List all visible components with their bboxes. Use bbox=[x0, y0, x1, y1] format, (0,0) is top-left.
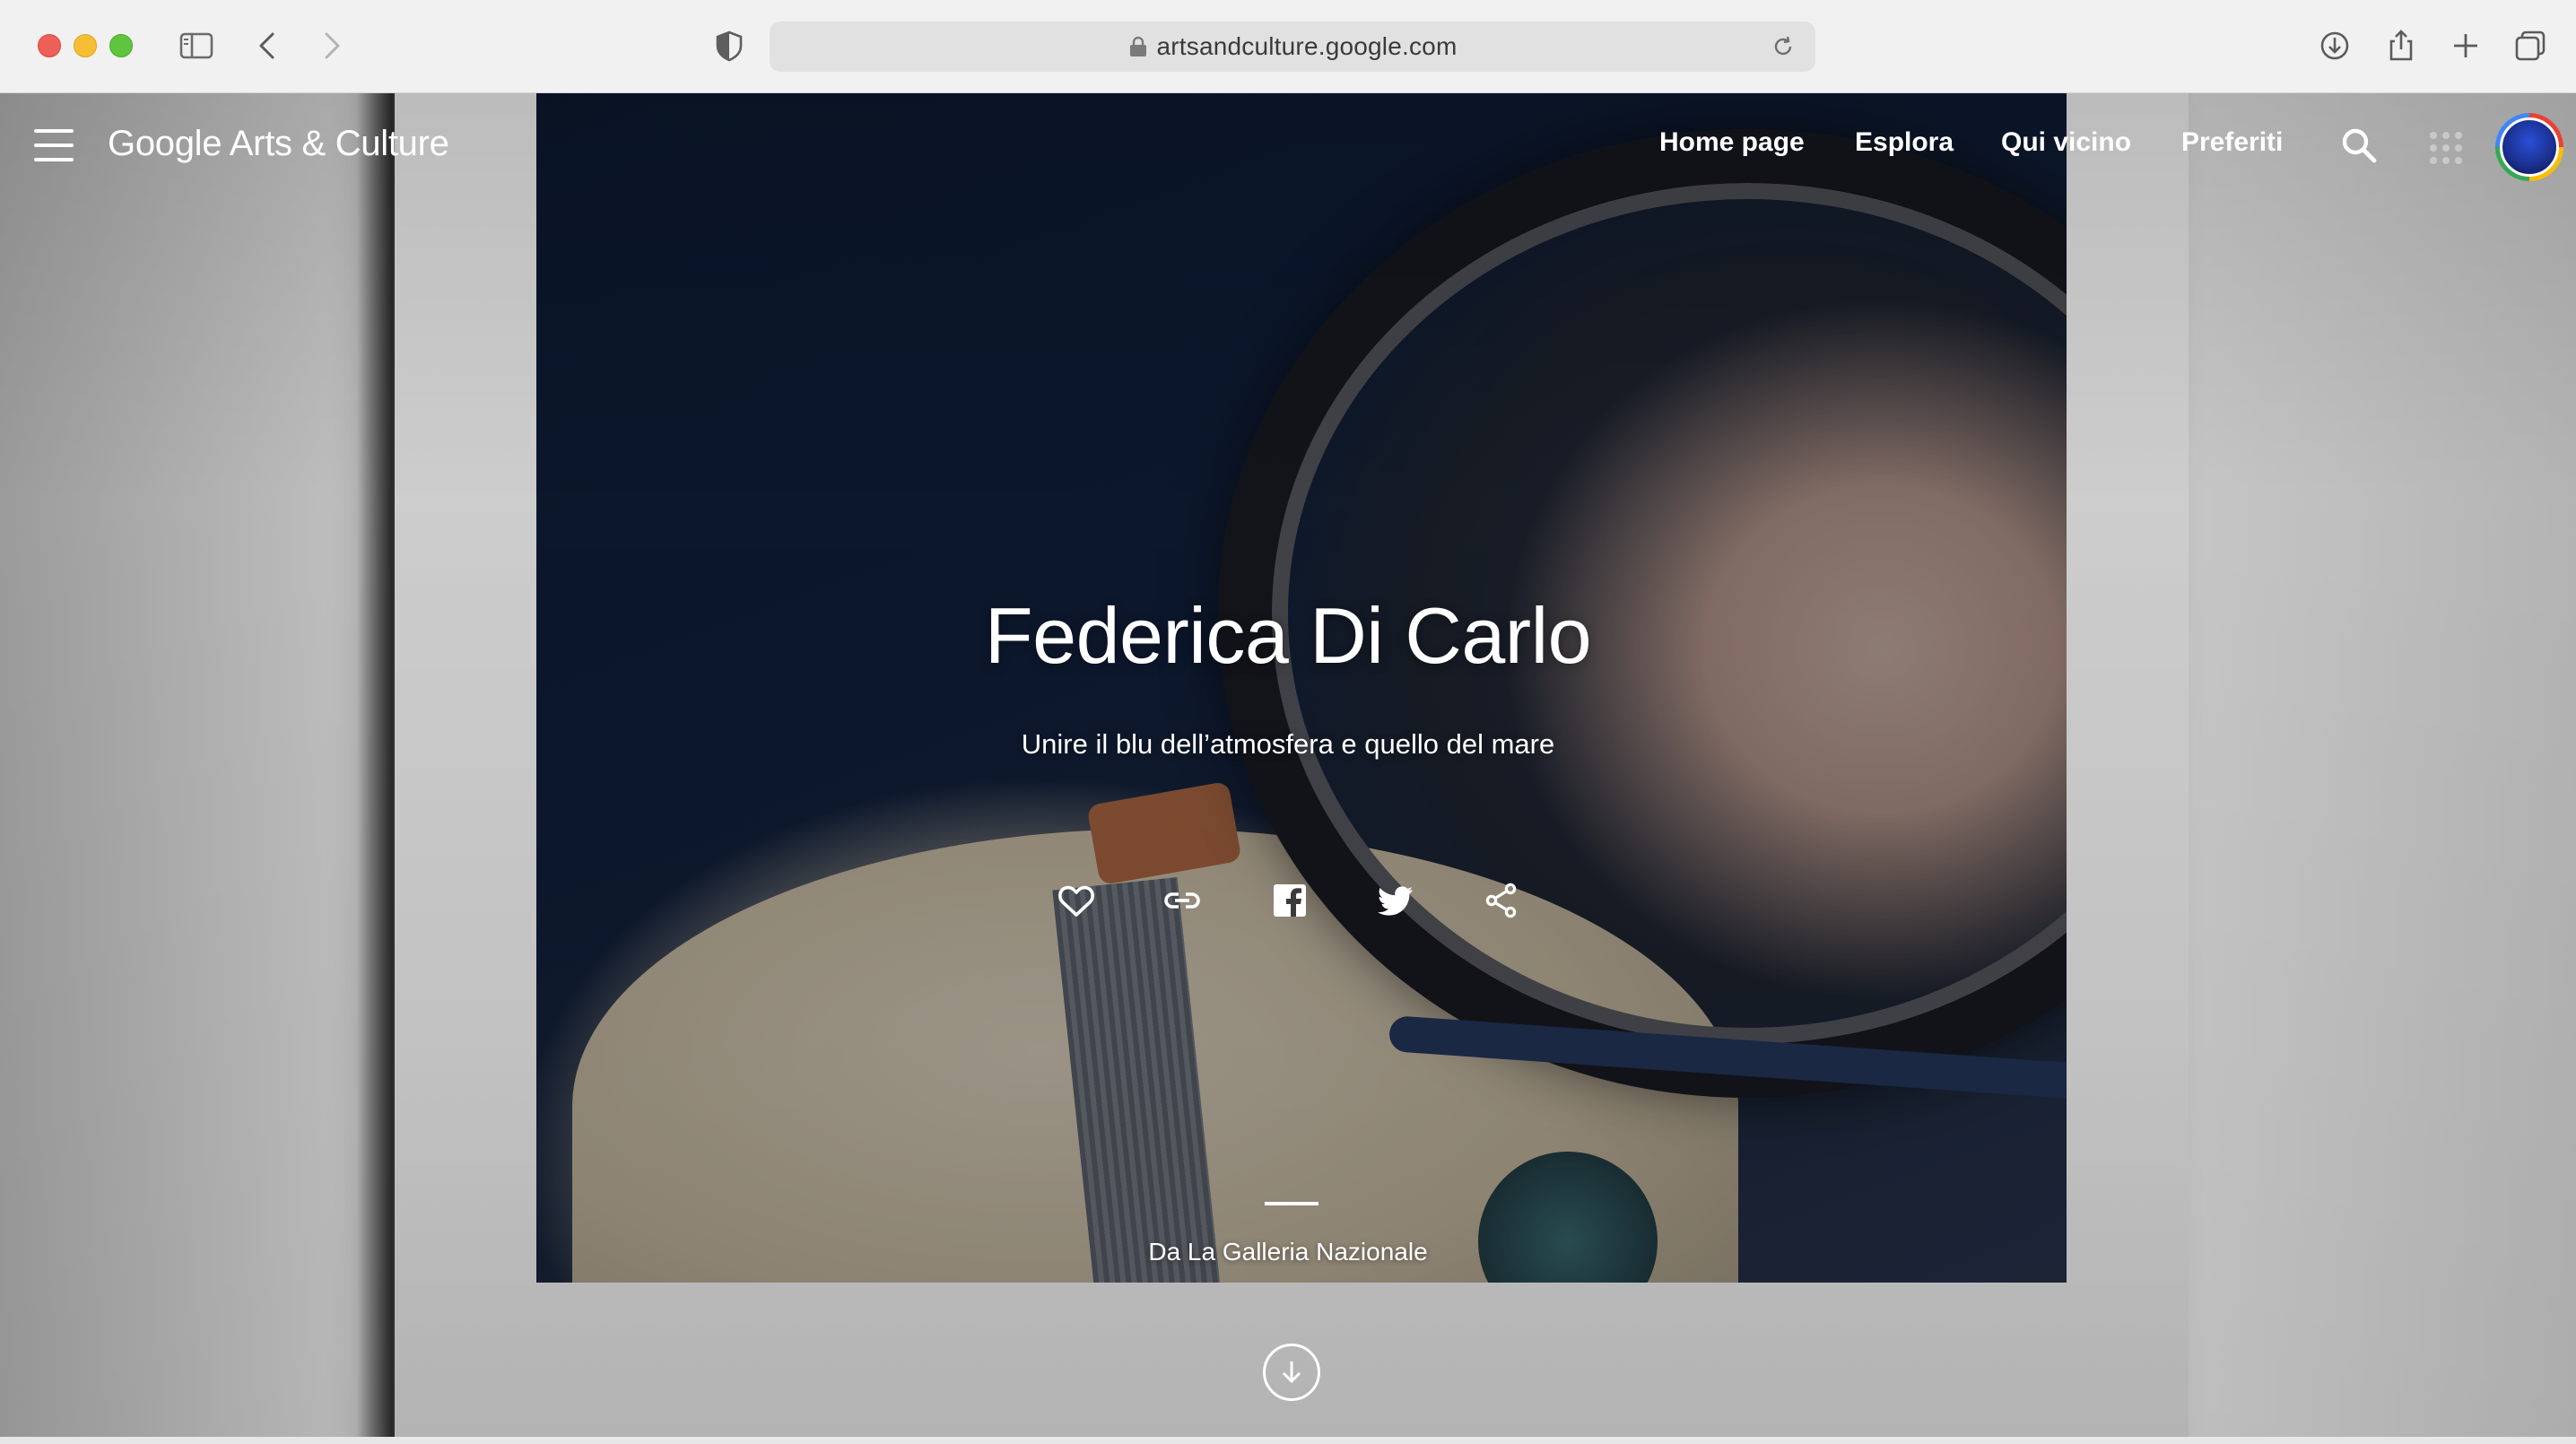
divider bbox=[1265, 1202, 1318, 1205]
site-logo[interactable]: Google Arts & Culture bbox=[108, 124, 449, 164]
downloads-button[interactable] bbox=[2314, 25, 2355, 66]
zoom-window-button[interactable] bbox=[109, 34, 133, 57]
apps-grid-icon bbox=[2430, 132, 2437, 139]
account-avatar[interactable] bbox=[2495, 113, 2563, 181]
plus-icon bbox=[2454, 34, 2477, 57]
hamburger-icon bbox=[34, 129, 74, 133]
minimize-window-button[interactable] bbox=[74, 34, 97, 57]
reload-icon[interactable] bbox=[1771, 34, 1796, 59]
forward-button[interactable] bbox=[310, 25, 352, 66]
browser-toolbar: artsandculture.google.com bbox=[0, 0, 2576, 93]
privacy-report-button[interactable] bbox=[709, 25, 750, 66]
search-icon bbox=[2342, 128, 2377, 163]
apps-button[interactable] bbox=[2424, 126, 2463, 165]
source-attribution[interactable]: Da La Galleria Nazionale bbox=[0, 1238, 2576, 1266]
share-facebook-button[interactable] bbox=[1263, 874, 1317, 927]
heart-icon bbox=[1058, 885, 1094, 917]
copy-link-button[interactable] bbox=[1155, 874, 1209, 927]
page-title: Federica Di Carlo bbox=[984, 591, 1592, 680]
page-bottom-edge bbox=[0, 1437, 2576, 1444]
nav-explore[interactable]: Esplora bbox=[1855, 127, 1954, 158]
url-text: artsandculture.google.com bbox=[1156, 32, 1458, 60]
tab-overview-button[interactable] bbox=[2510, 25, 2551, 66]
nav-favorites[interactable]: Preferiti bbox=[2181, 127, 2283, 158]
share-icon bbox=[1485, 883, 1517, 918]
shield-icon bbox=[716, 30, 743, 62]
page-content: Google Arts & Culture Home page Esplora … bbox=[0, 93, 2576, 1444]
share-twitter-button[interactable] bbox=[1369, 874, 1423, 927]
page-subtitle: Unire il blu dell’atmosfera e quello del… bbox=[1021, 728, 1555, 760]
sidebar-toggle-button[interactable] bbox=[176, 25, 217, 66]
scroll-down-button[interactable] bbox=[1263, 1344, 1320, 1401]
site-header: Google Arts & Culture Home page Esplora … bbox=[0, 93, 2576, 197]
favorite-button[interactable] bbox=[1049, 874, 1103, 927]
action-bar bbox=[1049, 874, 1528, 927]
chevron-right-icon bbox=[325, 32, 340, 59]
sidebar-icon bbox=[179, 32, 213, 59]
lock-icon bbox=[1129, 36, 1146, 57]
menu-button[interactable] bbox=[34, 129, 74, 161]
link-icon bbox=[1164, 892, 1200, 909]
new-tab-button[interactable] bbox=[2445, 25, 2486, 66]
address-bar[interactable]: artsandculture.google.com bbox=[770, 22, 1815, 72]
nav-home[interactable]: Home page bbox=[1659, 127, 1805, 158]
twitter-icon bbox=[1378, 886, 1413, 916]
facebook-icon bbox=[1274, 884, 1306, 917]
tabs-icon bbox=[2515, 30, 2546, 61]
back-button[interactable] bbox=[248, 25, 289, 66]
close-window-button[interactable] bbox=[38, 34, 61, 57]
share-button[interactable] bbox=[1475, 874, 1528, 927]
chevron-left-icon bbox=[259, 32, 274, 59]
arrow-down-icon bbox=[1282, 1361, 1301, 1384]
download-icon bbox=[2320, 31, 2349, 60]
nav-nearby[interactable]: Qui vicino bbox=[2001, 127, 2131, 158]
share-page-button[interactable] bbox=[2380, 25, 2422, 66]
share-up-icon bbox=[2389, 30, 2413, 61]
search-button[interactable] bbox=[2337, 124, 2380, 167]
